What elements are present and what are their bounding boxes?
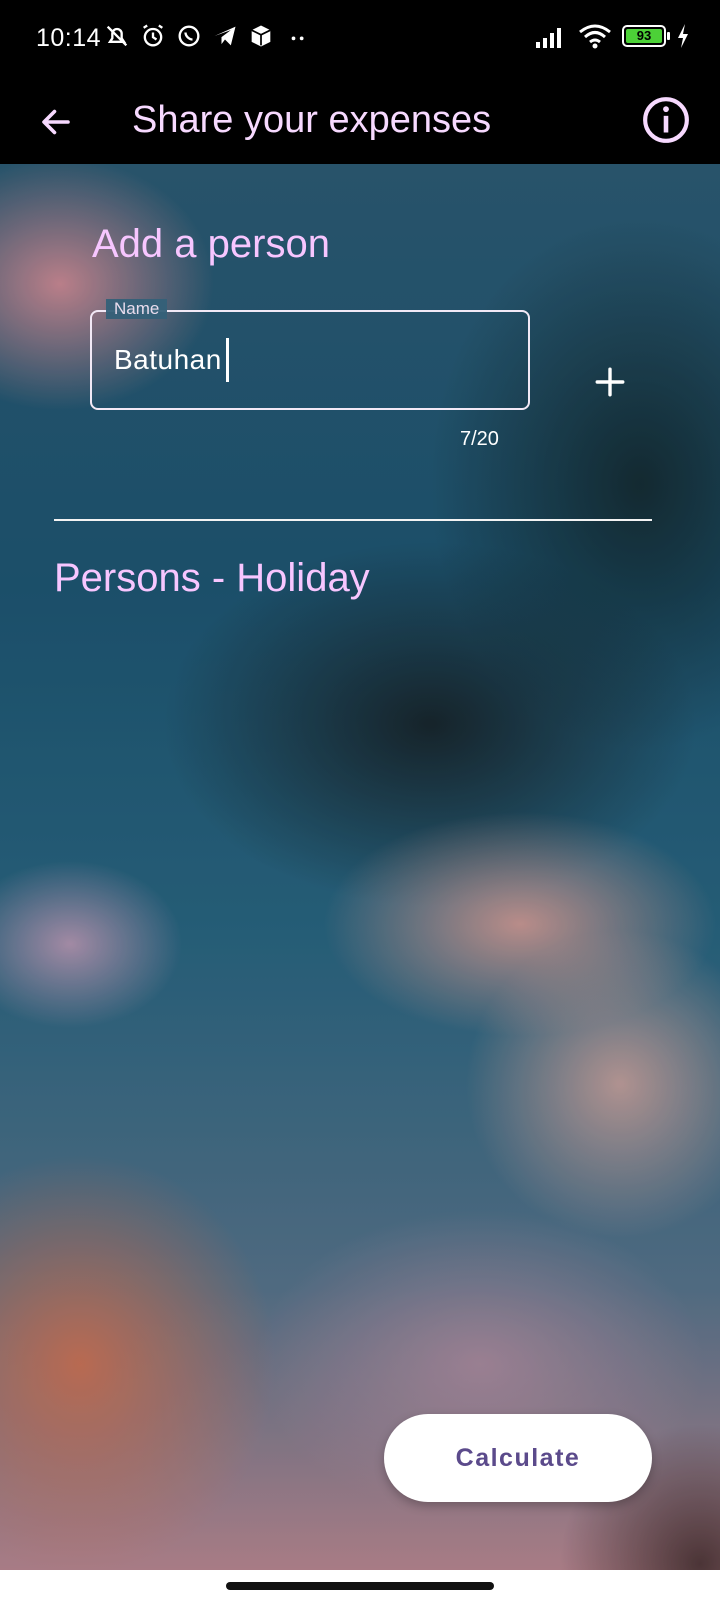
status-icons-left — [103, 22, 311, 50]
navigation-bar — [0, 1570, 720, 1600]
whatsapp-icon — [178, 25, 200, 47]
mute-icon — [106, 25, 128, 47]
app-bar: Share your expenses — [0, 80, 720, 164]
box-icon — [251, 25, 271, 47]
battery-icon: 93 — [622, 25, 670, 47]
telegram-icon — [214, 26, 236, 46]
divider — [54, 519, 652, 521]
alarm-icon — [143, 24, 163, 47]
text-caret — [226, 338, 229, 382]
charging-icon — [678, 24, 688, 48]
name-field-value: Batuhan — [114, 344, 222, 375]
plus-icon — [595, 367, 625, 397]
status-icons-right: 93 — [534, 22, 690, 50]
more-dots-icon — [291, 36, 304, 41]
name-field[interactable]: Name Batuhan — [90, 299, 530, 410]
info-icon — [643, 97, 689, 143]
battery-level: 93 — [636, 28, 652, 43]
signal-icon — [536, 28, 561, 48]
info-button[interactable] — [636, 90, 696, 150]
arrow-back-icon — [42, 109, 70, 135]
add-person-title: Add a person — [92, 222, 330, 266]
status-time: 10:14 — [36, 24, 102, 52]
screen: 10:14 93 Share your expenses Add a perso… — [0, 0, 720, 1600]
home-indicator[interactable] — [226, 1582, 494, 1590]
background-image: Add a person Name Batuhan 7/20 Persons -… — [0, 164, 720, 1570]
back-button[interactable] — [28, 94, 84, 150]
name-field-label: Name — [106, 299, 168, 319]
wifi-icon — [579, 24, 611, 49]
add-person-button[interactable] — [584, 356, 636, 408]
character-counter: 7/20 — [460, 428, 499, 450]
status-bar: 10:14 93 — [0, 0, 720, 80]
calculate-button[interactable]: Calculate — [384, 1414, 652, 1502]
persons-title: Persons - Holiday — [54, 556, 370, 600]
page-title: Share your expenses — [132, 99, 492, 141]
